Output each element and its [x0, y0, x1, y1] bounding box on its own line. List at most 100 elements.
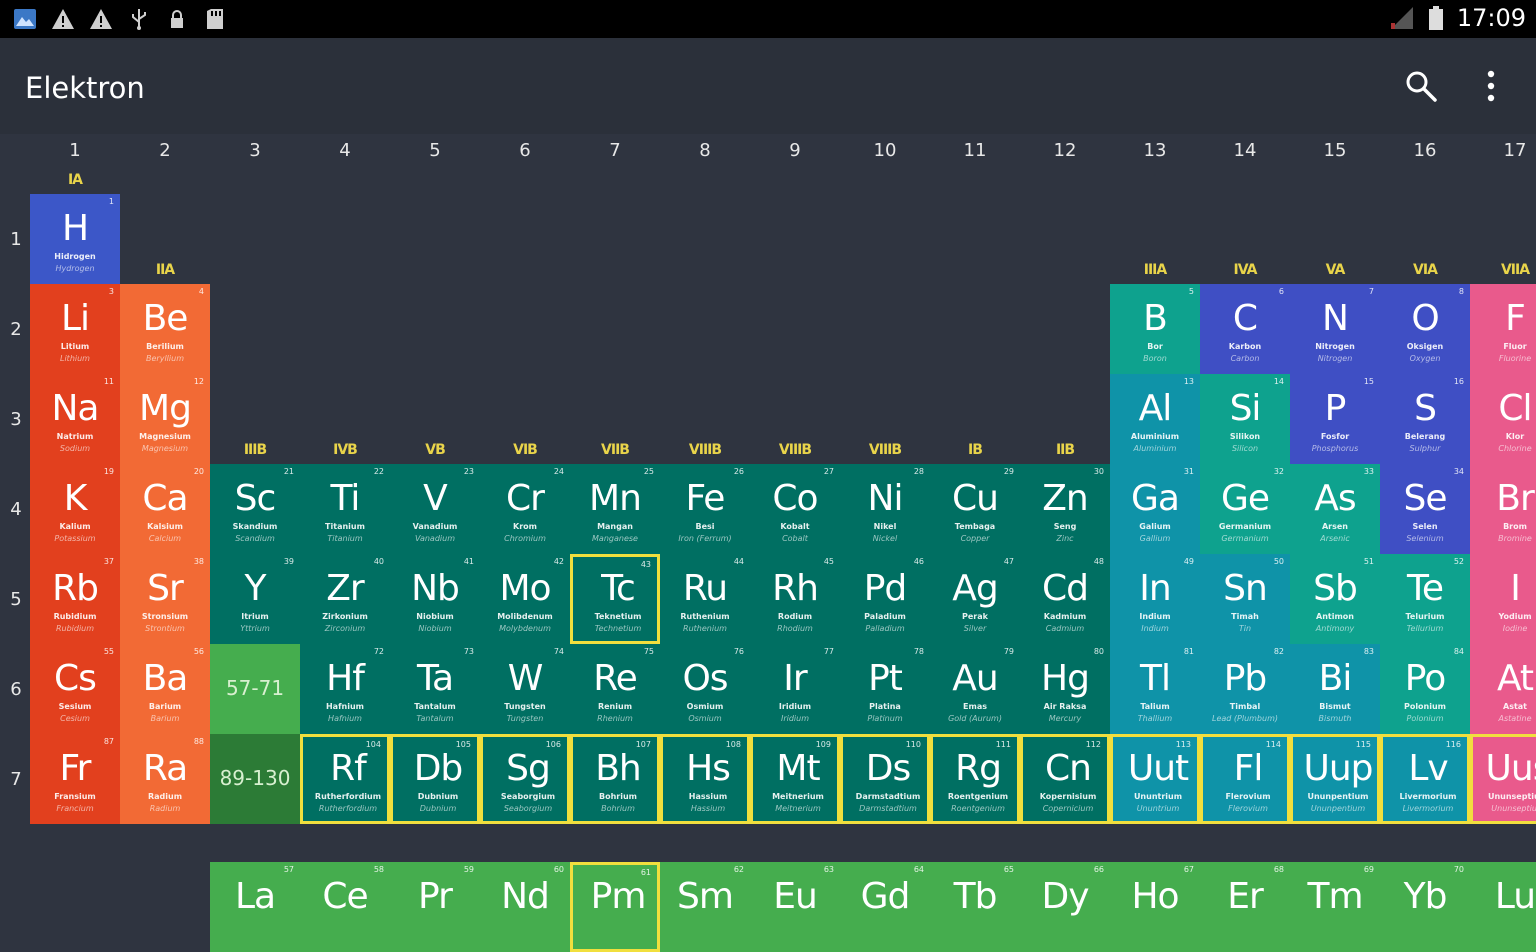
element-tile-db[interactable]: 105DbDubniumDubnium	[390, 734, 480, 824]
element-tile-pr[interactable]: 59Pr	[390, 862, 480, 952]
element-tile-sr[interactable]: 38SrStronsiumStrontium	[120, 554, 210, 644]
element-tile-li[interactable]: 3LiLitiumLithium	[30, 284, 120, 374]
element-tile-hg[interactable]: 80HgAir RaksaMercury	[1020, 644, 1110, 734]
element-tile-ds[interactable]: 110DsDarmstadtiumDarmstadtium	[840, 734, 930, 824]
element-tile-b[interactable]: 5BBorBoron	[1110, 284, 1200, 374]
element-tile-c[interactable]: 6CKarbonCarbon	[1200, 284, 1290, 374]
element-tile-ca[interactable]: 20CaKalsiumCalcium	[120, 464, 210, 554]
element-tile-sc[interactable]: 21ScSkandiumScandium	[210, 464, 300, 554]
element-tile-au[interactable]: 79AuEmasGold (Aurum)	[930, 644, 1020, 734]
element-tile-ge[interactable]: 32GeGermaniumGermanium	[1200, 464, 1290, 554]
element-tile-ni[interactable]: 28NiNikelNickel	[840, 464, 930, 554]
element-tile-na[interactable]: 11NaNatriumSodium	[30, 374, 120, 464]
element-tile-yb[interactable]: 70Yb	[1380, 862, 1470, 952]
element-tile-h[interactable]: 1HHidrogenHydrogen	[30, 194, 120, 284]
element-tile-pb[interactable]: 82PbTimbalLead (Plumbum)	[1200, 644, 1290, 734]
element-tile-uut[interactable]: 113UutUnuntriumUnuntrium	[1110, 734, 1200, 824]
element-tile-as[interactable]: 33AsArsenArsenic	[1290, 464, 1380, 554]
element-tile-bh[interactable]: 107BhBohriumBohrium	[570, 734, 660, 824]
element-tile-uus[interactable]: 117UusUnunseptiumUnunseptium	[1470, 734, 1536, 824]
search-button[interactable]	[1404, 69, 1438, 103]
element-tile-se[interactable]: 34SeSelenSelenium	[1380, 464, 1470, 554]
element-tile-te[interactable]: 52TeTeluriumTellurium	[1380, 554, 1470, 644]
element-tile-tm[interactable]: 69Tm	[1290, 862, 1380, 952]
element-tile-tl[interactable]: 81TlTaliumThallium	[1110, 644, 1200, 734]
element-tile-mt[interactable]: 109MtMeitneriumMeitnerium	[750, 734, 840, 824]
element-tile-s[interactable]: 16SBelerangSulphur	[1380, 374, 1470, 464]
element-tile-er[interactable]: 68Er	[1200, 862, 1290, 952]
element-tile-cn[interactable]: 112CnKopernisiumCopernicium	[1020, 734, 1110, 824]
element-tile-pt[interactable]: 78PtPlatinaPlatinum	[840, 644, 930, 734]
element-tile-sm[interactable]: 62Sm	[660, 862, 750, 952]
element-tile-k[interactable]: 19KKaliumPotassium	[30, 464, 120, 554]
element-tile-tb[interactable]: 65Tb	[930, 862, 1020, 952]
element-tile-f[interactable]: 9FFluorFluorine	[1470, 284, 1536, 374]
element-tile-ir[interactable]: 77IrIridiumIridium	[750, 644, 840, 734]
element-tile-zr[interactable]: 40ZrZirkoniumZirconium	[300, 554, 390, 644]
element-tile-co[interactable]: 27CoKobaltCobalt	[750, 464, 840, 554]
element-tile-tc[interactable]: 43TcTeknetiumTechnetium	[570, 554, 660, 644]
element-tile-ta[interactable]: 73TaTantalumTantalum	[390, 644, 480, 734]
element-tile-n[interactable]: 7NNitrogenNitrogen	[1290, 284, 1380, 374]
element-tile-ag[interactable]: 47AgPerakSilver	[930, 554, 1020, 644]
element-tile-uup[interactable]: 115UupUnunpentiumUnunpentium	[1290, 734, 1380, 824]
element-tile-os[interactable]: 76OsOsmiumOsmium	[660, 644, 750, 734]
element-tile-ru[interactable]: 44RuRutheniumRuthenium	[660, 554, 750, 644]
element-tile-i[interactable]: 53IYodiumIodine	[1470, 554, 1536, 644]
element-tile-sn[interactable]: 50SnTimahTin	[1200, 554, 1290, 644]
element-tile-nb[interactable]: 41NbNiobiumNiobium	[390, 554, 480, 644]
element-tile-at[interactable]: 85AtAstatAstatine	[1470, 644, 1536, 734]
element-tile-eu[interactable]: 63Eu	[750, 862, 840, 952]
element-tile-o[interactable]: 8OOksigenOxygen	[1380, 284, 1470, 374]
element-tile-la[interactable]: 57La	[210, 862, 300, 952]
element-tile-cr[interactable]: 24CrKromChromium	[480, 464, 570, 554]
element-tile-lu[interactable]: 71Lu	[1470, 862, 1536, 952]
element-tile-ho[interactable]: 67Ho	[1110, 862, 1200, 952]
element-tile-dy[interactable]: 66Dy	[1020, 862, 1110, 952]
element-tile-ce[interactable]: 58Ce	[300, 862, 390, 952]
element-tile-sg[interactable]: 106SgSeaborgiumSeaborgium	[480, 734, 570, 824]
element-tile-rb[interactable]: 37RbRubidiumRubidium	[30, 554, 120, 644]
element-tile-rg[interactable]: 111RgRoentgeniumRoentgenium	[930, 734, 1020, 824]
actinide-range-tile[interactable]: 89-130	[210, 734, 300, 824]
element-tile-pd[interactable]: 46PdPaladiumPalladium	[840, 554, 930, 644]
element-tile-bi[interactable]: 83BiBismutBismuth	[1290, 644, 1380, 734]
lanthanide-range-tile[interactable]: 57-71	[210, 644, 300, 734]
element-tile-fe[interactable]: 26FeBesiIron (Ferrum)	[660, 464, 750, 554]
element-tile-nd[interactable]: 60Nd	[480, 862, 570, 952]
element-tile-mn[interactable]: 25MnManganManganese	[570, 464, 660, 554]
element-tile-re[interactable]: 75ReReniumRhenium	[570, 644, 660, 734]
element-tile-y[interactable]: 39YItriumYttrium	[210, 554, 300, 644]
element-tile-gd[interactable]: 64Gd	[840, 862, 930, 952]
element-tile-ra[interactable]: 88RaRadiumRadium	[120, 734, 210, 824]
element-tile-cu[interactable]: 29CuTembagaCopper	[930, 464, 1020, 554]
element-tile-hf[interactable]: 72HfHafniumHafnium	[300, 644, 390, 734]
element-tile-hs[interactable]: 108HsHassiumHassium	[660, 734, 750, 824]
element-tile-ti[interactable]: 22TiTitaniumTitanium	[300, 464, 390, 554]
element-tile-p[interactable]: 15PFosforPhosphorus	[1290, 374, 1380, 464]
element-tile-fr[interactable]: 87FrFransiumFrancium	[30, 734, 120, 824]
element-tile-ba[interactable]: 56BaBariumBarium	[120, 644, 210, 734]
element-tile-be[interactable]: 4BeBeriliumBeryllium	[120, 284, 210, 374]
element-tile-mg[interactable]: 12MgMagnesiumMagnesium	[120, 374, 210, 464]
element-tile-pm[interactable]: 61Pm	[570, 862, 660, 952]
element-tile-w[interactable]: 74WTungstenTungsten	[480, 644, 570, 734]
element-tile-cd[interactable]: 48CdKadmiumCadmium	[1020, 554, 1110, 644]
element-tile-al[interactable]: 13AlAluminiumAluminium	[1110, 374, 1200, 464]
element-tile-lv[interactable]: 116LvLivermoriumLivermorium	[1380, 734, 1470, 824]
element-tile-mo[interactable]: 42MoMolibdenumMolybdenum	[480, 554, 570, 644]
element-tile-in[interactable]: 49InIndiumIndium	[1110, 554, 1200, 644]
element-tile-cl[interactable]: 17ClKlorChlorine	[1470, 374, 1536, 464]
element-tile-rf[interactable]: 104RfRutherfordiumRutherfordium	[300, 734, 390, 824]
overflow-menu-button[interactable]	[1478, 68, 1504, 104]
element-tile-br[interactable]: 35BrBromBromine	[1470, 464, 1536, 554]
element-tile-rh[interactable]: 45RhRodiumRhodium	[750, 554, 840, 644]
element-tile-po[interactable]: 84PoPoloniumPolonium	[1380, 644, 1470, 734]
element-tile-ga[interactable]: 31GaGaliumGallium	[1110, 464, 1200, 554]
element-tile-zn[interactable]: 30ZnSengZinc	[1020, 464, 1110, 554]
element-tile-si[interactable]: 14SiSilikonSilicon	[1200, 374, 1290, 464]
element-tile-cs[interactable]: 55CsSesiumCesium	[30, 644, 120, 734]
element-tile-sb[interactable]: 51SbAntimonAntimony	[1290, 554, 1380, 644]
element-tile-v[interactable]: 23VVanadiumVanadium	[390, 464, 480, 554]
element-tile-fl[interactable]: 114FlFleroviumFlerovium	[1200, 734, 1290, 824]
